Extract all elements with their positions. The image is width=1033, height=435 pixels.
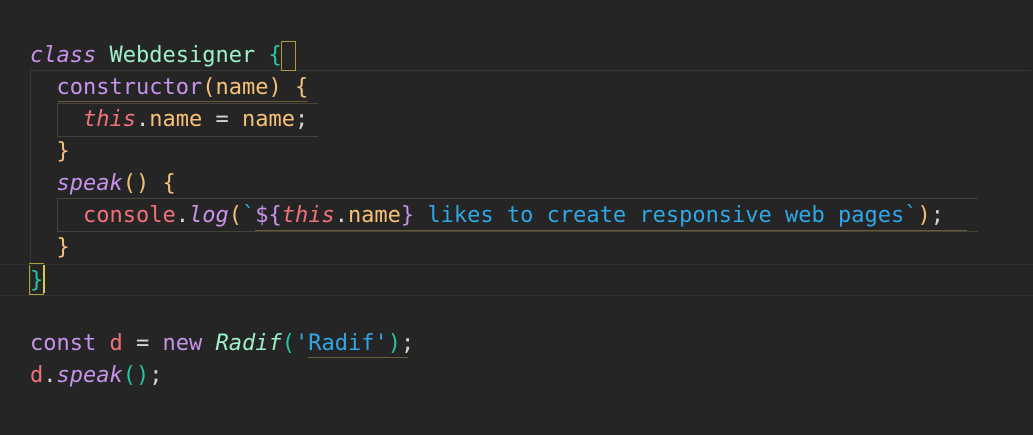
code-line[interactable]: class Webdesigner { <box>0 40 1033 72</box>
code-token: { <box>268 43 282 68</box>
code-token: Webdesigner <box>109 43 256 68</box>
code-token: ( <box>202 75 216 100</box>
code-token: ` <box>241 203 256 228</box>
code-token: ) <box>917 203 931 228</box>
code-token: class <box>30 43 97 68</box>
code-token: ; <box>149 363 163 388</box>
code-editor[interactable]: class Webdesigner { constructor(name) { … <box>0 0 1033 435</box>
code-line[interactable] <box>0 296 1033 328</box>
code-line-content: } <box>30 136 70 168</box>
code-token: 'Radif' <box>294 331 388 356</box>
code-token: () <box>122 171 150 196</box>
code-token: new <box>162 331 203 356</box>
code-line[interactable]: constructor(name) { <box>0 72 1033 104</box>
code-line-content: } <box>30 265 43 297</box>
code-token: ( <box>228 203 242 228</box>
code-token: console <box>82 203 176 228</box>
code-line-content: } <box>30 232 70 264</box>
code-token: name <box>149 107 203 132</box>
code-token: { <box>294 75 309 100</box>
code-token: speak <box>56 171 123 196</box>
code-token: . <box>334 203 348 228</box>
code-token: this <box>281 203 335 228</box>
code-token: ; <box>294 107 309 132</box>
code-line[interactable]: d.speak(); <box>0 360 1033 392</box>
code-line-content: class Webdesigner { <box>30 40 282 72</box>
code-token: log <box>188 203 229 228</box>
code-token: ; <box>400 331 415 356</box>
code-line-content: console.log(`${this.name} likes to creat… <box>30 200 944 232</box>
code-token: } <box>30 268 44 293</box>
code-token: ` <box>904 203 918 228</box>
code-token: ; <box>930 203 944 228</box>
code-token: Radif <box>215 331 282 356</box>
code-token: name <box>347 203 401 228</box>
code-line[interactable]: const d = new Radif('Radif'); <box>0 328 1033 360</box>
code-token: speak <box>56 363 123 388</box>
code-line-content: d.speak(); <box>30 360 162 392</box>
code-token: ) <box>268 75 282 100</box>
code-token: d <box>30 363 44 388</box>
code-token: name <box>241 107 295 132</box>
code-token: = <box>122 331 163 356</box>
code-token: () <box>122 363 150 388</box>
code-token: = <box>202 107 242 132</box>
code-line-content: constructor(name) { <box>30 72 309 104</box>
code-token: likes to create responsive web pages <box>414 203 905 228</box>
code-token: . <box>43 363 57 388</box>
code-token: constructor <box>56 75 203 100</box>
code-line[interactable]: this.name = name; <box>0 104 1033 136</box>
code-line[interactable]: } <box>0 232 1033 264</box>
code-line-content: speak() { <box>30 168 176 200</box>
code-token: } <box>56 235 70 260</box>
code-token: . <box>135 107 150 132</box>
code-token: { <box>162 171 176 196</box>
code-token: ( <box>281 331 295 356</box>
code-line[interactable]: speak() { <box>0 168 1033 200</box>
code-token: const <box>30 331 97 356</box>
code-line[interactable]: } <box>0 136 1033 168</box>
code-line-content: this.name = name; <box>30 104 308 136</box>
code-token: . <box>175 203 189 228</box>
code-token: ) <box>387 331 401 356</box>
code-token: d <box>109 331 123 356</box>
code-token: ${ <box>255 203 282 228</box>
code-line[interactable]: } <box>0 264 1033 296</box>
code-line-content: const d = new Radif('Radif'); <box>30 328 414 360</box>
code-token: this <box>82 107 136 132</box>
code-token: } <box>56 139 70 164</box>
code-token: name <box>215 75 269 100</box>
code-token: } <box>400 203 415 228</box>
code-line[interactable]: console.log(`${this.name} likes to creat… <box>0 200 1033 232</box>
